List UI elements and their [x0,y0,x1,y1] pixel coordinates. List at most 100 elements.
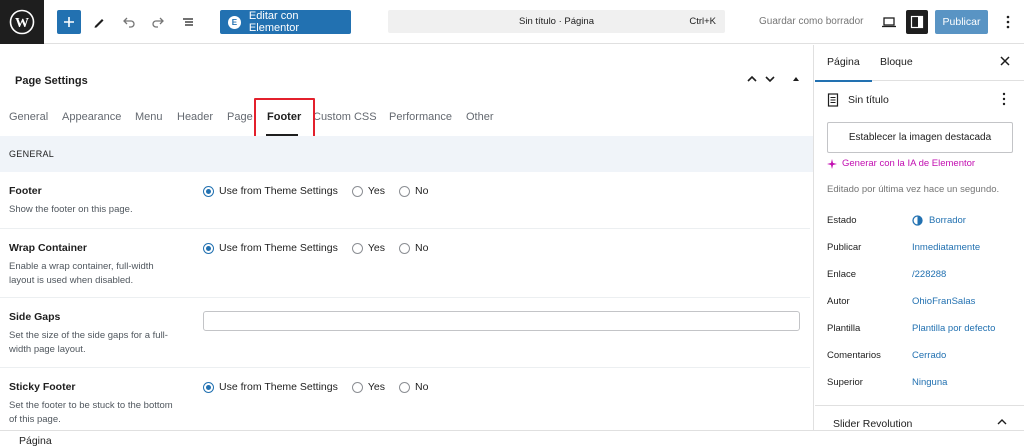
move-down-chevron-icon[interactable] [764,73,776,85]
settings-sidebar: Página Bloque Sin título Establecer la i… [815,45,1024,430]
collapse-triangle-icon[interactable] [790,73,802,85]
redo-icon[interactable] [146,10,170,34]
radio-theme-settings[interactable]: Use from Theme Settings [203,242,338,254]
last-edited-text: Editado por última vez hace un segundo. [827,184,1000,195]
edit-with-elementor-button[interactable]: E Editar con Elementor [220,10,351,34]
settings-sidebar-toggle-icon[interactable] [906,10,928,34]
radio-dot[interactable] [399,242,410,254]
radio-dot[interactable] [351,242,363,254]
tab-other[interactable]: Other [466,111,494,123]
page-document-icon [827,93,839,107]
footer-radio-group: Use from Theme Settings Yes No [203,185,442,197]
document-overview-icon[interactable] [176,10,200,34]
setting-label: Wrap Container [9,242,87,254]
sidebar-tab-page[interactable]: Página [815,56,872,82]
setting-row-wrap-container: Wrap Container Enable a wrap container, … [0,242,810,298]
add-block-plus-icon[interactable] [57,10,81,34]
chevron-up-icon[interactable] [996,416,1008,428]
meta-key: Comentarios [827,350,881,361]
svg-text:W: W [15,16,29,31]
page-settings-panel: Page Settings General Appearance Menu He… [0,45,814,430]
meta-value[interactable]: Cerrado [912,350,946,361]
tab-page[interactable]: Page [227,111,253,123]
slider-revolution-panel[interactable]: Slider Revolution [815,405,1024,431]
setting-label: Footer [9,185,42,197]
meta-key: Publicar [827,242,862,253]
radio-yes[interactable]: Yes [351,185,385,197]
setting-label: Sticky Footer [9,381,76,393]
setting-description: Set the footer to be stuck to the bottom… [9,400,173,425]
block-breadcrumb[interactable]: Página [0,430,1024,448]
command-palette-bar[interactable]: Sin título · Página Ctrl+K [388,10,725,33]
editor-toolbar: W E Editar con Elementor Sin título · Pá… [0,0,1024,44]
page-settings-header: Page Settings [0,65,813,91]
setting-row-footer: Footer Show the footer on this page. Use… [0,185,810,229]
meta-value-status[interactable]: Borrador [912,215,966,226]
side-gaps-input[interactable] [203,311,800,331]
meta-value[interactable]: Ninguna [912,377,947,388]
radio-dot[interactable] [399,185,410,197]
set-featured-image-button[interactable]: Establecer la imagen destacada [827,122,1013,153]
document-title: Sin título [848,94,889,106]
tab-general[interactable]: General [9,111,48,123]
radio-no[interactable]: No [399,381,428,393]
document-title-row: Sin título [827,93,889,107]
options-more-icon[interactable] [996,10,1020,34]
radio-label: Yes [367,381,385,393]
publish-button[interactable]: Publicar [935,10,988,34]
elementor-icon: E [228,15,241,29]
radio-no[interactable]: No [399,242,428,254]
tab-custom-css[interactable]: Custom CSS [313,111,377,123]
wordpress-logo-icon[interactable]: W [0,0,44,44]
radio-dot[interactable] [351,381,363,393]
radio-yes[interactable]: Yes [351,381,385,393]
radio-no[interactable]: No [399,185,428,197]
radio-dot-selected[interactable] [203,185,214,197]
tab-footer[interactable]: Footer [267,111,301,123]
sparkle-icon [827,158,837,169]
meta-key: Autor [827,296,850,307]
setting-description: Set the size of the side gaps for a full… [9,330,168,355]
wrap-container-radio-group: Use from Theme Settings Yes No [203,242,442,254]
radio-dot[interactable] [351,185,363,197]
page-settings-tabs: General Appearance Menu Header Page Foot… [0,107,813,136]
tab-header[interactable]: Header [177,111,213,123]
radio-theme-settings[interactable]: Use from Theme Settings [203,185,338,197]
meta-value[interactable]: /228288 [912,269,946,280]
tab-appearance[interactable]: Appearance [62,111,121,123]
sidebar-tabs: Página Bloque [815,45,1024,82]
radio-dot-selected[interactable] [203,381,214,393]
close-icon[interactable] [997,53,1013,69]
tab-performance[interactable]: Performance [389,111,452,123]
page-settings-title: Page Settings [15,75,88,87]
radio-label: Use from Theme Settings [219,242,338,254]
setting-description: Show the footer on this page. [9,204,133,215]
elementor-ai-link[interactable]: Generar con la IA de Elementor [827,158,975,169]
doc-bar-title: Sin título · Página [519,16,594,27]
undo-icon[interactable] [117,10,141,34]
move-up-chevron-icon[interactable] [746,73,758,85]
sticky-footer-radio-group: Use from Theme Settings Yes No [203,381,442,393]
radio-dot[interactable] [399,381,410,393]
radio-yes[interactable]: Yes [351,242,385,254]
tab-menu[interactable]: Menu [135,111,163,123]
radio-label: Yes [367,242,385,254]
radio-label: Yes [367,185,385,197]
save-draft-button[interactable]: Guardar como borrador [759,16,864,27]
radio-theme-settings[interactable]: Use from Theme Settings [203,381,338,393]
radio-dot-selected[interactable] [203,242,214,254]
radio-label: No [415,242,429,254]
radio-label: No [415,185,429,197]
meta-value[interactable]: Inmediatamente [912,242,980,253]
sidebar-tab-block[interactable]: Bloque [880,56,913,68]
preview-laptop-icon[interactable] [877,10,901,34]
more-options-icon[interactable] [1002,92,1006,106]
meta-key: Enlace [827,269,857,280]
draft-status-icon [912,215,923,226]
meta-value[interactable]: Plantilla por defecto [912,323,995,334]
pencil-tools-icon[interactable] [87,10,111,34]
doc-bar-shortcut: Ctrl+K [689,16,716,27]
meta-key: Estado [827,215,857,226]
radio-label: No [415,381,429,393]
meta-value[interactable]: OhioFranSalas [912,296,975,307]
